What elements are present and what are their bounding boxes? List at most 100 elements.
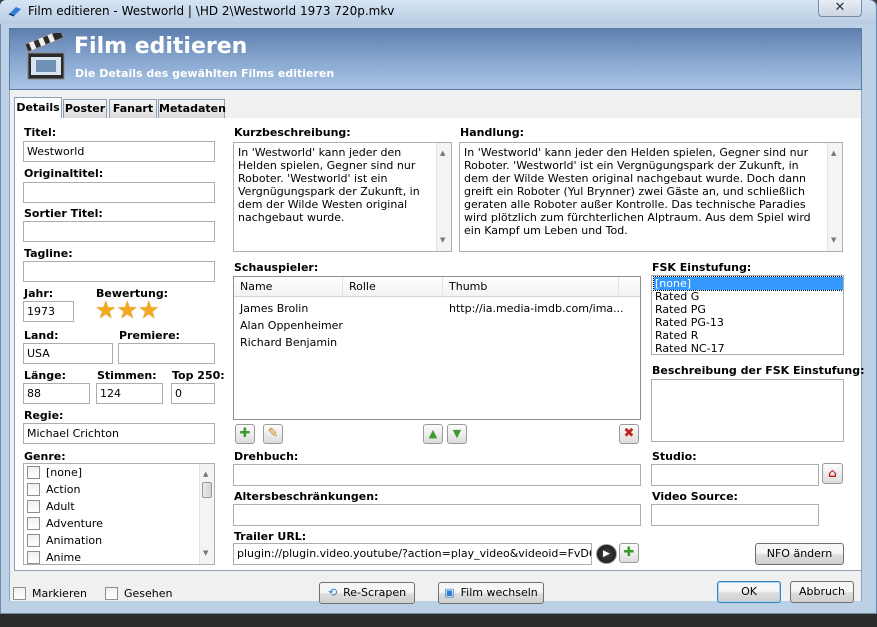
genre-scrollbar[interactable]: ▲ ▼ — [199, 464, 214, 564]
rescrape-icon: ⟲ — [327, 586, 338, 599]
rating-stars[interactable]: ★★★ — [95, 298, 160, 322]
short-desc-scrollbar[interactable]: ▲ ▼ — [436, 143, 451, 251]
actor-name[interactable]: Alan Oppenheimer — [240, 319, 343, 332]
actor-thumb[interactable]: http://ia.media-imdb.com/ima... — [449, 302, 624, 315]
actors-list[interactable]: Name Rolle Thumb James Brolin http://ia.… — [233, 276, 641, 420]
tab-poster[interactable]: Poster — [63, 99, 107, 118]
edit-actor-button[interactable]: ✎ — [263, 424, 283, 444]
checkbox[interactable] — [105, 587, 118, 600]
fsk-desc-textarea[interactable] — [651, 379, 844, 442]
year-input[interactable]: 1973 — [23, 301, 74, 322]
nfo-edit-button[interactable]: NFO ändern — [755, 543, 844, 565]
play-trailer-button[interactable]: ▶ — [596, 544, 617, 564]
plot-scrollbar[interactable]: ▲ ▼ — [827, 143, 842, 251]
fsk-option[interactable]: Rated G — [654, 290, 843, 303]
change-movie-button[interactable]: ▣ Film wechseln — [438, 582, 544, 604]
fsk-label: FSK Einstufung: — [652, 261, 752, 274]
column-header-name[interactable]: Name — [234, 277, 343, 297]
tagline-input[interactable] — [23, 261, 215, 282]
pencil-icon: ✎ — [267, 426, 279, 441]
tab-details[interactable]: Details — [14, 97, 62, 118]
checkbox[interactable] — [27, 466, 40, 479]
fsk-listbox[interactable]: [none] Rated G Rated PG Rated PG-13 Rate… — [651, 275, 844, 355]
app-icon — [8, 7, 21, 17]
studio-label: Studio: — [652, 450, 697, 463]
checkbox[interactable] — [27, 551, 40, 564]
delete-actor-button[interactable]: ✖ — [619, 424, 639, 444]
title-bar[interactable]: Film editieren - Westworld | \HD 2\Westw… — [0, 0, 875, 24]
mark-checkbox[interactable]: Markieren — [13, 587, 87, 600]
director-input[interactable]: Michael Crichton — [23, 423, 215, 444]
scroll-down-icon[interactable]: ▼ — [203, 546, 208, 561]
column-header-thumb[interactable]: Thumb — [443, 277, 619, 297]
title-input[interactable]: Westworld — [23, 141, 215, 162]
star-icon[interactable]: ★ — [117, 296, 139, 324]
cancel-button[interactable]: Abbruch — [790, 581, 854, 603]
short-desc-textarea[interactable]: In 'Westworld' kann jeder den Helden spi… — [233, 142, 452, 252]
video-source-input[interactable] — [651, 504, 819, 526]
writer-input[interactable] — [233, 464, 641, 486]
genre-item[interactable]: Action — [27, 481, 80, 498]
length-input[interactable]: 88 — [23, 383, 90, 404]
checkbox[interactable] — [13, 587, 26, 600]
tab-metadaten[interactable]: Metadaten — [158, 99, 226, 118]
original-title-label: Originaltitel: — [24, 167, 104, 180]
checkbox[interactable] — [27, 517, 40, 530]
scroll-down-icon[interactable]: ▼ — [440, 234, 445, 247]
trailer-url-input[interactable]: plugin://plugin.video.youtube/?action=pl… — [233, 543, 592, 565]
original-title-input[interactable] — [23, 182, 215, 203]
clapperboard-icon — [24, 33, 65, 80]
genre-item[interactable]: Animation — [27, 532, 102, 549]
actor-name[interactable]: James Brolin — [240, 302, 308, 315]
genre-item[interactable]: Anime — [27, 549, 81, 564]
scroll-up-icon[interactable]: ▲ — [831, 147, 836, 160]
house-icon: ⌂ — [828, 466, 837, 480]
votes-input[interactable]: 124 — [96, 383, 163, 404]
play-icon: ▶ — [603, 549, 610, 559]
rescrape-button[interactable]: ⟲ Re-Scrapen — [319, 582, 415, 604]
fsk-option[interactable]: Rated R — [654, 329, 843, 342]
genre-item[interactable]: Adventure — [27, 515, 103, 532]
title-label: Titel: — [24, 126, 57, 139]
fsk-option[interactable]: [none] — [653, 276, 843, 291]
checkbox[interactable] — [27, 500, 40, 513]
studio-input[interactable] — [651, 464, 819, 486]
add-actor-button[interactable]: ✚ — [235, 424, 255, 444]
move-up-button[interactable]: ▲ — [423, 424, 443, 444]
actors-header: Name Rolle Thumb — [234, 277, 640, 297]
genre-item[interactable]: [none] — [27, 464, 82, 481]
window-close-button[interactable]: ✕ — [818, 0, 862, 17]
fsk-option[interactable]: Rated PG — [654, 303, 843, 316]
column-header-role[interactable]: Rolle — [343, 277, 443, 297]
age-restrictions-input[interactable] — [233, 504, 641, 526]
window-title: Film editieren - Westworld | \HD 2\Westw… — [28, 4, 395, 18]
actor-name[interactable]: Richard Benjamin — [240, 336, 337, 349]
country-input[interactable]: USA — [23, 343, 113, 364]
top250-input[interactable]: 0 — [171, 383, 215, 404]
star-icon[interactable]: ★ — [95, 296, 117, 324]
studio-lookup-button[interactable]: ⌂ — [822, 463, 843, 484]
tagline-label: Tagline: — [24, 247, 73, 260]
fsk-option[interactable]: Rated NC-17 — [654, 342, 843, 354]
scroll-down-icon[interactable]: ▼ — [831, 234, 836, 247]
fsk-option[interactable]: Rated PG-13 — [654, 316, 843, 329]
genre-item[interactable]: Adult — [27, 498, 75, 515]
checkbox[interactable] — [27, 534, 40, 547]
move-down-button[interactable]: ▼ — [447, 424, 467, 444]
star-icon[interactable]: ★ — [138, 296, 160, 324]
scroll-up-icon[interactable]: ▲ — [203, 467, 208, 482]
genre-list[interactable]: [none] Action Adult Adventure Animation … — [23, 463, 215, 565]
ok-button[interactable]: OK — [717, 581, 781, 603]
watched-checkbox[interactable]: Gesehen — [105, 587, 173, 600]
premiere-input[interactable] — [118, 343, 215, 364]
background-taskbar — [0, 614, 877, 627]
scroll-thumb[interactable] — [202, 482, 212, 498]
year-label: Jahr: — [24, 287, 54, 300]
tab-fanart[interactable]: Fanart — [109, 99, 157, 118]
sort-title-input[interactable] — [23, 221, 215, 242]
add-trailer-button[interactable]: ✚ — [619, 543, 639, 563]
scroll-up-icon[interactable]: ▲ — [440, 147, 445, 160]
checkbox[interactable] — [27, 483, 40, 496]
plot-textarea[interactable]: In 'Westworld' kann jeder den Helden spi… — [459, 142, 843, 252]
short-desc-label: Kurzbeschreibung: — [234, 126, 351, 139]
